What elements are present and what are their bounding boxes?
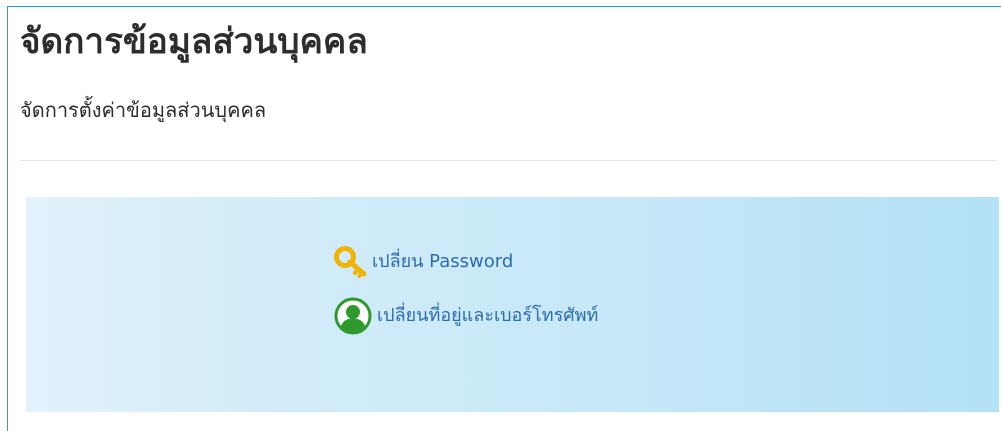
content-frame: จัดการข้อมูลส่วนบุคคล จัดการตั้งค่าข้อมู… [7, 6, 1001, 431]
page-title: จัดการข้อมูลส่วนบุคคล [20, 22, 368, 62]
change-address-phone-link[interactable]: เปลี่ยนที่อยู่และเบอร์โทรศัพท์ [334, 297, 598, 335]
change-address-phone-label: เปลี่ยนที่อยู่และเบอร์โทรศัพท์ [377, 305, 599, 326]
person-circle-icon [334, 297, 372, 335]
page-subtitle: จัดการตั้งค่าข้อมูลส่วนบุคคล [20, 98, 267, 122]
change-password-label: เปลี่ยน Password [372, 251, 514, 272]
key-icon [334, 246, 367, 278]
divider [20, 160, 997, 161]
settings-panel: เปลี่ยน Password เปลี่ยนที่อยู่และเบอร์โ… [26, 197, 999, 412]
change-password-link[interactable]: เปลี่ยน Password [334, 246, 513, 278]
